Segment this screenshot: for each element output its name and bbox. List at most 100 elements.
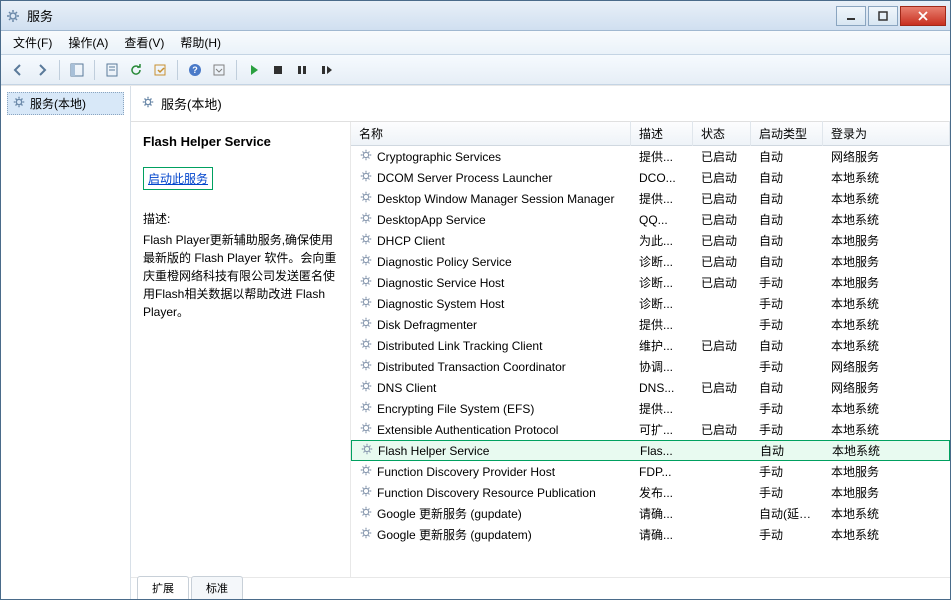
close-button[interactable] [900, 6, 946, 26]
export-button[interactable] [149, 59, 171, 81]
service-row[interactable]: Extensible Authentication Protocol可扩...已… [351, 419, 950, 440]
service-name-cell: DesktopApp Service [377, 213, 486, 227]
service-status-cell: 已启动 [693, 251, 751, 272]
service-logon-cell: 本地系统 [823, 419, 950, 440]
service-row[interactable]: Google 更新服务 (gupdate)请确...自动(延迟...本地系统 [351, 503, 950, 524]
toolbar-separator [236, 60, 237, 80]
toolbar: ? [1, 55, 950, 85]
service-row[interactable]: Encrypting File System (EFS)提供...手动本地系统 [351, 398, 950, 419]
service-row[interactable]: DHCP Client为此...已启动自动本地服务 [351, 230, 950, 251]
service-desc-cell: 提供... [631, 314, 693, 335]
service-list-panel: 名称 描述 状态 启动类型 登录为 Cryptographic Services… [351, 122, 950, 577]
service-row[interactable]: DNS ClientDNS...已启动自动网络服务 [351, 377, 950, 398]
tree-root-label: 服务(本地) [30, 95, 86, 112]
gear-icon [359, 421, 373, 438]
service-row[interactable]: Flash Helper ServiceFlas...自动本地系统 [351, 440, 950, 461]
refresh-button[interactable] [125, 59, 147, 81]
service-row[interactable]: Distributed Transaction Coordinator协调...… [351, 356, 950, 377]
show-hide-tree-button[interactable] [66, 59, 88, 81]
forward-button[interactable] [31, 59, 53, 81]
service-desc-cell: DCO... [631, 169, 693, 187]
restart-service-button[interactable] [315, 59, 337, 81]
service-row[interactable]: Distributed Link Tracking Client维护...已启动… [351, 335, 950, 356]
service-status-cell [693, 302, 751, 306]
service-status-cell [694, 449, 752, 453]
service-row[interactable]: Function Discovery Provider HostFDP...手动… [351, 461, 950, 482]
service-startup-cell: 手动 [751, 272, 823, 293]
minimize-button[interactable] [836, 6, 866, 26]
service-row[interactable]: Google 更新服务 (gupdatem)请确...手动本地系统 [351, 524, 950, 545]
column-status[interactable]: 状态 [693, 121, 751, 146]
service-list[interactable]: Cryptographic Services提供...已启动自动网络服务DCOM… [351, 146, 950, 577]
services-icon [12, 95, 26, 112]
service-status-cell: 已启动 [693, 209, 751, 230]
service-logon-cell: 本地系统 [823, 293, 950, 314]
service-name-cell: Desktop Window Manager Session Manager [377, 192, 614, 206]
menu-action[interactable]: 操作(A) [60, 31, 116, 54]
service-logon-cell: 本地服务 [823, 272, 950, 293]
service-startup-cell: 自动(延迟... [751, 503, 823, 524]
service-status-cell [693, 407, 751, 411]
service-desc-cell: 诊断... [631, 251, 693, 272]
back-button[interactable] [7, 59, 29, 81]
column-startup-type[interactable]: 启动类型 [751, 121, 823, 146]
column-logon-as[interactable]: 登录为 [823, 121, 950, 146]
menu-file[interactable]: 文件(F) [5, 31, 60, 54]
service-desc-cell: 为此... [631, 230, 693, 251]
service-row[interactable]: Cryptographic Services提供...已启动自动网络服务 [351, 146, 950, 167]
stop-service-button[interactable] [267, 59, 289, 81]
service-row[interactable]: Diagnostic Policy Service诊断...已启动自动本地服务 [351, 251, 950, 272]
service-logon-cell: 本地系统 [823, 209, 950, 230]
help-button[interactable]: ? [184, 59, 206, 81]
service-status-cell: 已启动 [693, 335, 751, 356]
service-row[interactable]: Desktop Window Manager Session Manager提供… [351, 188, 950, 209]
service-row[interactable]: Diagnostic Service Host诊断...已启动手动本地服务 [351, 272, 950, 293]
content-area: 服务(本地) Flash Helper Service 启动此服务 描述: Fl… [131, 86, 950, 599]
gear-icon [359, 274, 373, 291]
gear-icon [359, 316, 373, 333]
pause-service-button[interactable] [291, 59, 313, 81]
start-service-link[interactable]: 启动此服务 [143, 167, 213, 190]
tab-standard[interactable]: 标准 [191, 576, 243, 599]
service-row[interactable]: Function Discovery Resource Publication发… [351, 482, 950, 503]
service-row[interactable]: Diagnostic System Host诊断...手动本地系统 [351, 293, 950, 314]
gear-icon [359, 484, 373, 501]
service-desc-cell: DNS... [631, 379, 693, 397]
service-name-cell: Cryptographic Services [377, 150, 501, 164]
service-row[interactable]: DCOM Server Process LauncherDCO...已启动自动本… [351, 167, 950, 188]
service-desc-cell: 提供... [631, 398, 693, 419]
service-logon-cell: 本地服务 [823, 461, 950, 482]
service-status-cell: 已启动 [693, 272, 751, 293]
service-status-cell: 已启动 [693, 167, 751, 188]
service-logon-cell: 本地系统 [824, 440, 949, 461]
tab-extended[interactable]: 扩展 [137, 576, 189, 599]
tree-root-services[interactable]: 服务(本地) [7, 92, 124, 115]
main-area: 服务(本地) 服务(本地) Flash Helper Service 启动此服务… [1, 85, 950, 599]
gear-icon [359, 232, 373, 249]
service-logon-cell: 本地系统 [823, 398, 950, 419]
gear-icon [359, 211, 373, 228]
service-name-cell: Disk Defragmenter [377, 318, 477, 332]
service-logon-cell: 网络服务 [823, 146, 950, 167]
toolbar-separator [59, 60, 60, 80]
menu-help[interactable]: 帮助(H) [172, 31, 229, 54]
gear-icon [359, 295, 373, 312]
description-panel: Flash Helper Service 启动此服务 描述: Flash Pla… [131, 122, 351, 577]
service-logon-cell: 网络服务 [823, 377, 950, 398]
column-description[interactable]: 描述 [631, 121, 693, 146]
svg-text:?: ? [192, 65, 198, 75]
menu-view[interactable]: 查看(V) [116, 31, 172, 54]
start-service-button[interactable] [243, 59, 265, 81]
service-row[interactable]: Disk Defragmenter提供...手动本地系统 [351, 314, 950, 335]
service-name-cell: Google 更新服务 (gupdatem) [377, 526, 532, 543]
description-label: 描述: [143, 210, 338, 227]
service-startup-cell: 自动 [751, 146, 823, 167]
service-row[interactable]: DesktopApp ServiceQQ...已启动自动本地系统 [351, 209, 950, 230]
toolbar-separator [177, 60, 178, 80]
properties-button[interactable] [101, 59, 123, 81]
column-name[interactable]: 名称 [351, 121, 631, 146]
action-menu-button[interactable] [208, 59, 230, 81]
service-desc-cell: 协调... [631, 356, 693, 377]
maximize-button[interactable] [868, 6, 898, 26]
service-name-cell: Flash Helper Service [378, 444, 489, 458]
